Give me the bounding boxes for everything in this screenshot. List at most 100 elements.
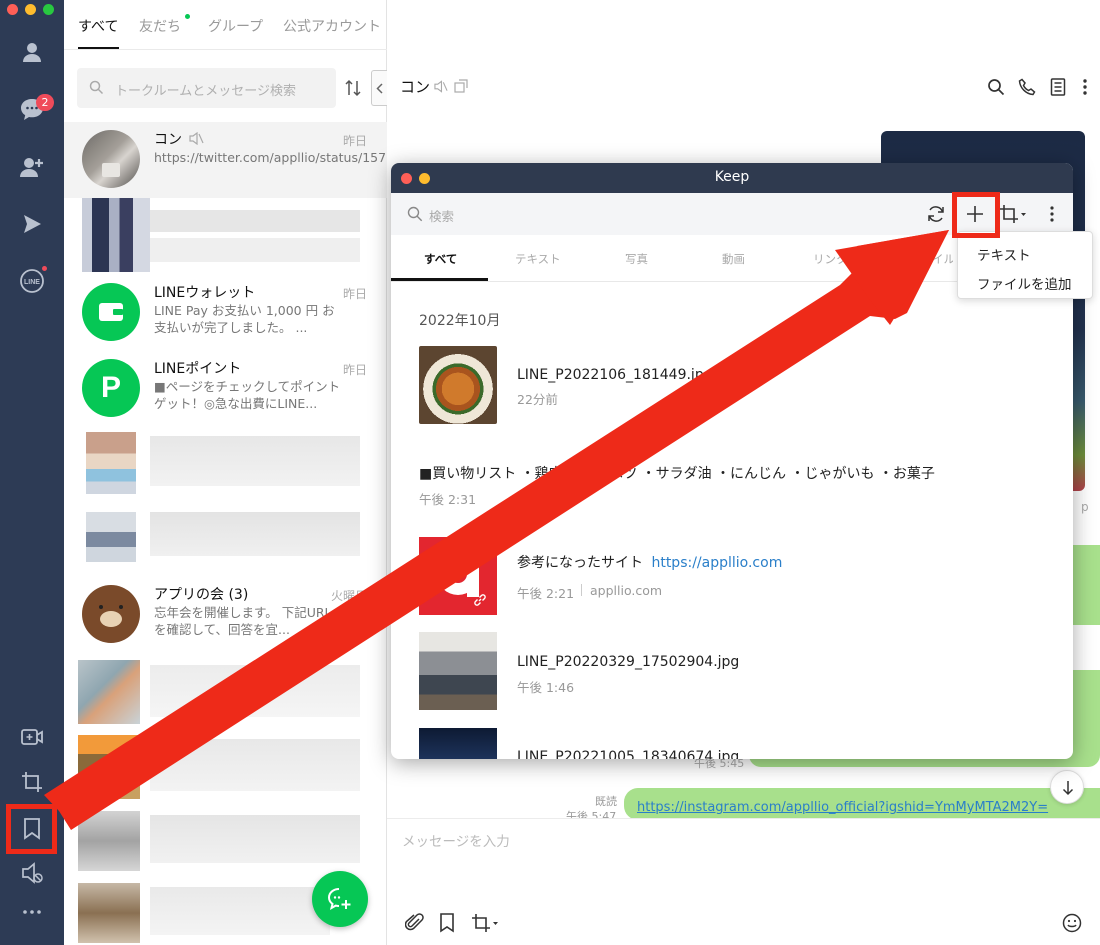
video-call-icon[interactable]: [14, 719, 50, 755]
keep-item-time: 22分前: [517, 392, 558, 407]
keep-item-title[interactable]: LINE_P2022106_181449.jpg: [517, 367, 727, 383]
add-friend-icon[interactable]: [14, 149, 50, 185]
keep-icon[interactable]: [14, 811, 50, 847]
chat-preview: 忘年会を開催します。 下記URLを確認して、回答を宜...: [154, 605, 332, 637]
add-file-menu-item[interactable]: ファイルを追加: [977, 273, 1072, 293]
unread-badge: 2: [36, 94, 54, 111]
message-input-area: メッセージを入力: [387, 818, 1100, 945]
keep-image-thumbnail[interactable]: [419, 346, 497, 424]
muted-icon: [434, 80, 448, 93]
tab-friends[interactable]: 友だち: [139, 16, 181, 36]
keep-tab-links[interactable]: リンク: [813, 251, 848, 267]
blurred-chat-item[interactable]: [64, 198, 387, 274]
keep-search-input[interactable]: 検索: [429, 206, 454, 225]
search-icon[interactable]: [987, 78, 1005, 96]
sidebar: 2 LINE: [0, 0, 64, 945]
keep-item-time: 午後 1:46: [517, 680, 575, 695]
avatar: [82, 585, 140, 643]
chat-name: LINEポイント: [154, 361, 242, 377]
notes-icon[interactable]: [1050, 78, 1066, 96]
keep-item-title[interactable]: LINE_P20220329_17502904.jpg: [517, 654, 739, 670]
chat-time: 火曜日: [330, 589, 367, 603]
scroll-down-button[interactable]: [1050, 770, 1084, 804]
more-vertical-icon[interactable]: [1049, 204, 1055, 224]
add-text-menu-item[interactable]: テキスト: [977, 244, 1031, 264]
screenshot-icon[interactable]: [999, 204, 1029, 224]
keep-item-title[interactable]: ■買い物リスト ・鶏肉 ・キャベツ ・サラダ油 ・にんじん ・じゃがいも ・お菓…: [419, 463, 1019, 483]
avatar: P: [82, 359, 140, 417]
keep-link-description: 参考になったサイト: [517, 555, 643, 571]
message-link[interactable]: https://instagram.com/appllio_official?i…: [637, 800, 1048, 815]
keep-item-title[interactable]: 参考になったサイト https://appllio.com: [517, 552, 782, 572]
avatar: [82, 130, 140, 188]
screenshot-icon[interactable]: [471, 913, 499, 933]
chat-room-title: コン: [400, 78, 431, 96]
chat-name: コン: [154, 132, 182, 148]
avatar: [82, 283, 140, 341]
chat-time: 昨日: [342, 287, 367, 301]
tab-all[interactable]: すべて: [78, 16, 118, 36]
arrow-down-icon: [1062, 781, 1074, 796]
minimize-window-button[interactable]: [25, 4, 36, 15]
partial-text: p: [1081, 500, 1089, 514]
more-vertical-icon[interactable]: [1082, 78, 1088, 96]
keep-tab-text[interactable]: テキスト: [515, 251, 561, 267]
collapse-panel-button[interactable]: [371, 70, 387, 106]
muted-icon: [189, 132, 204, 145]
chat-preview: ■ページをチェックしてポイントゲット！◎急な出費にLINE...: [154, 379, 341, 411]
search-icon: [407, 206, 423, 222]
news-dot: [42, 266, 47, 271]
maximize-window-button[interactable]: [43, 4, 54, 15]
keep-tab-files[interactable]: ファイル: [909, 251, 953, 267]
refresh-icon[interactable]: [926, 204, 946, 224]
tab-groups[interactable]: グループ: [208, 16, 263, 36]
friends-new-dot: [185, 14, 190, 19]
sort-icon[interactable]: [345, 78, 361, 98]
keep-tab-videos[interactable]: 動画: [722, 251, 745, 267]
wallet-icon: [99, 303, 123, 321]
keep-tab-photos[interactable]: 写真: [625, 251, 648, 267]
keep-image-thumbnail[interactable]: [419, 632, 497, 710]
voom-icon[interactable]: [14, 206, 50, 242]
attach-icon[interactable]: [405, 913, 425, 933]
read-receipt: 既読: [595, 795, 617, 808]
keep-link-thumbnail[interactable]: [419, 537, 497, 615]
chat-list-panel: すべて 友だち グループ 公式アカウント トークルームとメッセージ検索 コン h…: [64, 0, 493, 945]
line-app-window: 2 LINE すべて 友だち グループ 公式アカウント トークルームとメッセージ…: [0, 0, 1100, 945]
keep-title: Keep: [714, 169, 750, 185]
emoji-icon[interactable]: [1062, 913, 1082, 933]
keep-titlebar: Keep: [391, 163, 1073, 193]
new-chat-icon: [327, 888, 351, 911]
add-menu-dropdown: テキスト ファイルを追加: [957, 231, 1093, 299]
call-icon[interactable]: [1018, 78, 1036, 96]
more-icon[interactable]: [14, 894, 50, 930]
chat-preview: LINE Pay お支払い 1,000 円 お支払いが完了しました。 ...: [154, 303, 335, 335]
tab-official-accounts[interactable]: 公式アカウント: [283, 16, 381, 36]
tab-divider: [64, 49, 387, 50]
keep-link-url[interactable]: https://appllio.com: [651, 555, 782, 571]
close-window-button[interactable]: [7, 4, 18, 15]
chat-item-line-points[interactable]: P LINEポイント ■ページをチェックしてポイントゲット！◎急な出費にLINE…: [64, 351, 387, 427]
keep-item-title[interactable]: LINE_P20221005_18340674.jpg: [517, 749, 739, 759]
keep-image-thumbnail[interactable]: [419, 728, 497, 759]
chat-name: LINEウォレット: [154, 285, 256, 301]
friends-icon[interactable]: [14, 34, 50, 70]
blurred-chat-item[interactable]: [64, 424, 387, 574]
chat-item-line-wallet[interactable]: LINEウォレット LINE Pay お支払い 1,000 円 お支払いが完了し…: [64, 275, 387, 351]
message-input[interactable]: メッセージを入力: [402, 830, 510, 850]
keep-tab-all[interactable]: すべて: [424, 251, 457, 267]
keep-date-header: 2022年10月: [419, 313, 501, 329]
separator: [581, 584, 582, 596]
link-message-bubble[interactable]: https://instagram.com/appllio_official?i…: [624, 788, 1100, 820]
chat-item-app-group[interactable]: アプリの会 (3) 忘年会を開催します。 下記URLを確認して、回答を宜... …: [64, 577, 387, 653]
external-window-icon[interactable]: [454, 79, 468, 93]
mute-notifications-icon[interactable]: [14, 855, 50, 891]
search-input[interactable]: トークルームとメッセージ検索: [77, 68, 336, 108]
search-placeholder: トークルームとメッセージ検索: [115, 84, 296, 99]
chat-item-kon[interactable]: コン https://twitter.com/appllio/status/15…: [64, 122, 493, 198]
link-icon: [474, 594, 486, 606]
screenshot-icon[interactable]: [14, 764, 50, 800]
keep-icon[interactable]: [439, 913, 455, 933]
keep-item-time: 午後 2:21: [517, 586, 575, 601]
new-chat-button[interactable]: [312, 871, 368, 927]
